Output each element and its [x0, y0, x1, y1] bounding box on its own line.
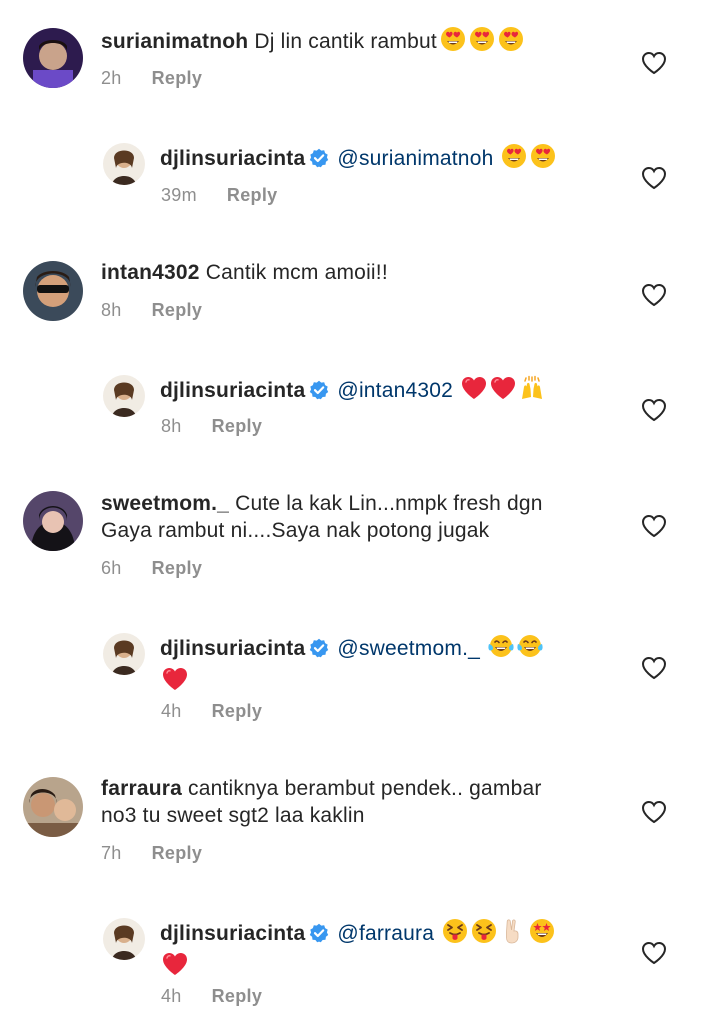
red-heart-icon — [162, 666, 188, 699]
verified-badge-icon — [309, 923, 329, 943]
like-heart-icon[interactable] — [641, 800, 667, 824]
comment-meta: 39m Reply — [161, 185, 277, 206]
avatar[interactable] — [103, 918, 145, 960]
like-heart-icon[interactable] — [641, 283, 667, 307]
comment-meta: 8h Reply — [101, 300, 202, 321]
heart-eyes-icon — [440, 26, 466, 59]
username[interactable]: intan4302 — [101, 261, 200, 284]
comment-text: djlinsuriacinta @sweetmom._ — [160, 633, 543, 699]
reply-button[interactable]: Reply — [152, 300, 203, 320]
tears-of-joy-icon — [488, 633, 514, 666]
like-heart-icon[interactable] — [641, 941, 667, 965]
comment-body: no3 tu sweet sgt2 laa kaklin — [101, 804, 365, 827]
avatar[interactable] — [23, 261, 83, 321]
comment-text: intan4302 Cantik mcm amoii!! — [101, 259, 388, 286]
red-heart-icon — [461, 375, 487, 408]
heart-eyes-icon — [501, 143, 527, 176]
avatar[interactable] — [23, 28, 83, 88]
avatar[interactable] — [103, 143, 145, 185]
timestamp: 39m — [161, 185, 197, 205]
timestamp: 8h — [101, 300, 122, 320]
username[interactable]: surianimatnoh — [101, 30, 248, 53]
avatar[interactable] — [103, 633, 145, 675]
heart-eyes-icon — [498, 26, 524, 59]
like-heart-icon[interactable] — [641, 166, 667, 190]
comment-body: Dj lin cantik rambut — [254, 30, 437, 53]
tears-of-joy-icon — [517, 633, 543, 666]
username[interactable]: djlinsuriacinta — [160, 922, 305, 945]
star-struck-icon — [529, 918, 555, 951]
comment-body: cantiknya berambut pendek.. gambar — [188, 777, 542, 800]
comment-text: surianimatnoh Dj lin cantik rambut — [101, 26, 524, 59]
comment-meta: 7h Reply — [101, 843, 202, 864]
verified-badge-icon — [309, 148, 329, 168]
username[interactable]: djlinsuriacinta — [160, 637, 305, 660]
reply-button[interactable]: Reply — [212, 701, 263, 721]
reply-button[interactable]: Reply — [152, 558, 203, 578]
comment-text: djlinsuriacinta @intan4302 — [160, 375, 545, 408]
verified-badge-icon — [309, 638, 329, 658]
heart-eyes-icon — [469, 26, 495, 59]
mention-link[interactable]: @farraura — [337, 922, 434, 945]
username[interactable]: farraura — [101, 777, 182, 800]
timestamp: 2h — [101, 68, 122, 88]
comment-text: sweetmom._ Cute la kak Lin...nmpk fresh … — [101, 490, 543, 544]
avatar[interactable] — [23, 777, 83, 837]
timestamp: 4h — [161, 701, 182, 721]
like-heart-icon[interactable] — [641, 514, 667, 538]
comment-meta: 8h Reply — [161, 416, 262, 437]
heart-eyes-icon — [530, 143, 556, 176]
squinting-tongue-icon — [442, 918, 468, 951]
username[interactable]: djlinsuriacinta — [160, 379, 305, 402]
comment-text: djlinsuriacinta @surianimatnoh — [160, 143, 556, 176]
timestamp: 8h — [161, 416, 182, 436]
victory-hand-icon — [500, 918, 526, 951]
comment-meta: 6h Reply — [101, 558, 202, 579]
like-heart-icon[interactable] — [641, 656, 667, 680]
like-heart-icon[interactable] — [641, 51, 667, 75]
reply-button[interactable]: Reply — [212, 416, 263, 436]
mention-link[interactable]: @intan4302 — [337, 379, 453, 402]
reply-button[interactable]: Reply — [227, 185, 278, 205]
red-heart-icon — [162, 951, 188, 984]
reply-button[interactable]: Reply — [152, 68, 203, 88]
comment-body: Cute la kak Lin...nmpk fresh dgn — [235, 492, 543, 515]
raising-hands-icon — [519, 375, 545, 408]
comment-meta: 4h Reply — [161, 701, 262, 722]
username[interactable]: sweetmom._ — [101, 492, 229, 515]
comment-meta: 2h Reply — [101, 68, 202, 89]
like-heart-icon[interactable] — [641, 398, 667, 422]
comment-text: farraura cantiknya berambut pendek.. gam… — [101, 775, 542, 829]
red-heart-icon — [490, 375, 516, 408]
mention-link[interactable]: @surianimatnoh — [337, 147, 493, 170]
mention-link[interactable]: @sweetmom._ — [337, 637, 480, 660]
timestamp: 6h — [101, 558, 122, 578]
timestamp: 7h — [101, 843, 122, 863]
comment-body: Gaya rambut ni....Saya nak potong jugak — [101, 519, 490, 542]
username[interactable]: djlinsuriacinta — [160, 147, 305, 170]
comment-text: djlinsuriacinta @farraura — [160, 918, 555, 984]
verified-badge-icon — [309, 380, 329, 400]
avatar[interactable] — [103, 375, 145, 417]
squinting-tongue-icon — [471, 918, 497, 951]
avatar[interactable] — [23, 491, 83, 551]
timestamp: 4h — [161, 986, 182, 1006]
reply-button[interactable]: Reply — [212, 986, 263, 1006]
comment-meta: 4h Reply — [161, 986, 262, 1007]
comment-body: Cantik mcm amoii!! — [205, 261, 388, 284]
reply-button[interactable]: Reply — [152, 843, 203, 863]
